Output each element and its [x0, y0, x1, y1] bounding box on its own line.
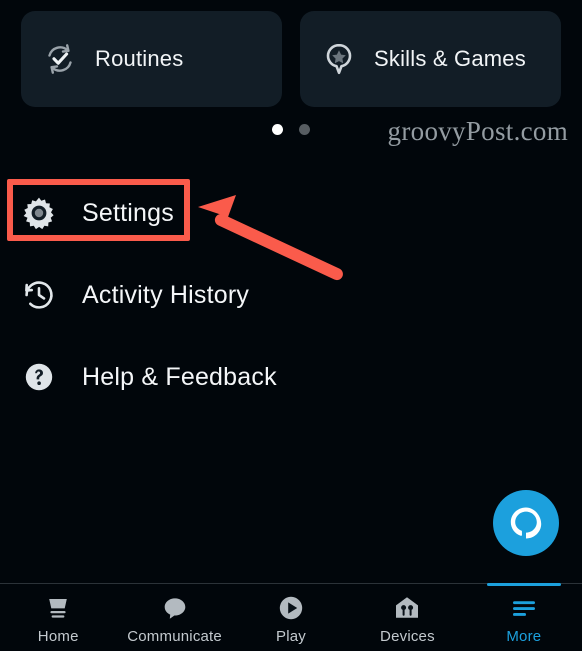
nav-tab-more[interactable]: More	[466, 583, 582, 651]
quick-actions-carousel: Routines Skills & Games	[0, 11, 582, 107]
echo-device-icon	[43, 593, 73, 623]
home-devices-icon	[392, 593, 422, 623]
menu-item-help-feedback-label: Help & Feedback	[82, 362, 277, 391]
play-circle-icon	[276, 593, 306, 623]
nav-tab-play[interactable]: Play	[233, 584, 349, 651]
card-skills-games[interactable]: Skills & Games	[300, 11, 561, 107]
alexa-logo-icon	[510, 507, 542, 539]
menu-item-activity-history-label: Activity History	[82, 280, 250, 309]
nav-tab-communicate[interactable]: Communicate	[116, 584, 232, 651]
nav-active-indicator	[486, 583, 561, 586]
bottom-navigation-bar: Home Communicate Play Devices More	[0, 583, 582, 651]
more-menu-list: Settings Activity History Help & Feedbac…	[0, 172, 582, 418]
nav-tab-home-label: Home	[37, 627, 79, 645]
nav-tab-more-label: More	[506, 627, 542, 645]
routines-refresh-check-icon	[43, 42, 77, 76]
speech-bubble-icon	[160, 593, 190, 623]
card-skills-games-label: Skills & Games	[374, 46, 526, 71]
nav-tab-communicate-label: Communicate	[127, 627, 222, 645]
menu-item-activity-history[interactable]: Activity History	[0, 254, 582, 336]
nav-tab-devices[interactable]: Devices	[349, 584, 465, 651]
menu-item-settings-label: Settings	[82, 198, 174, 227]
clock-history-icon	[21, 277, 57, 313]
card-routines-label: Routines	[95, 46, 184, 71]
skills-pin-star-icon	[322, 42, 356, 76]
nav-tab-home[interactable]: Home	[0, 584, 116, 651]
menu-item-help-feedback[interactable]: Help & Feedback	[0, 336, 582, 418]
carousel-dot-2[interactable]	[299, 124, 310, 135]
card-routines[interactable]: Routines	[21, 11, 282, 107]
watermark: groovyPost.com	[387, 116, 568, 146]
carousel-dot-1[interactable]	[272, 124, 283, 135]
question-circle-icon	[21, 359, 57, 395]
gear-icon	[21, 195, 57, 231]
menu-item-settings[interactable]: Settings	[0, 172, 582, 254]
menu-lines-icon	[509, 593, 539, 623]
alexa-voice-button[interactable]	[493, 490, 559, 556]
nav-tab-devices-label: Devices	[380, 627, 435, 645]
alexa-app-screen: Routines Skills & Games groovyPost.com S…	[0, 0, 582, 651]
nav-tab-play-label: Play	[276, 627, 306, 645]
